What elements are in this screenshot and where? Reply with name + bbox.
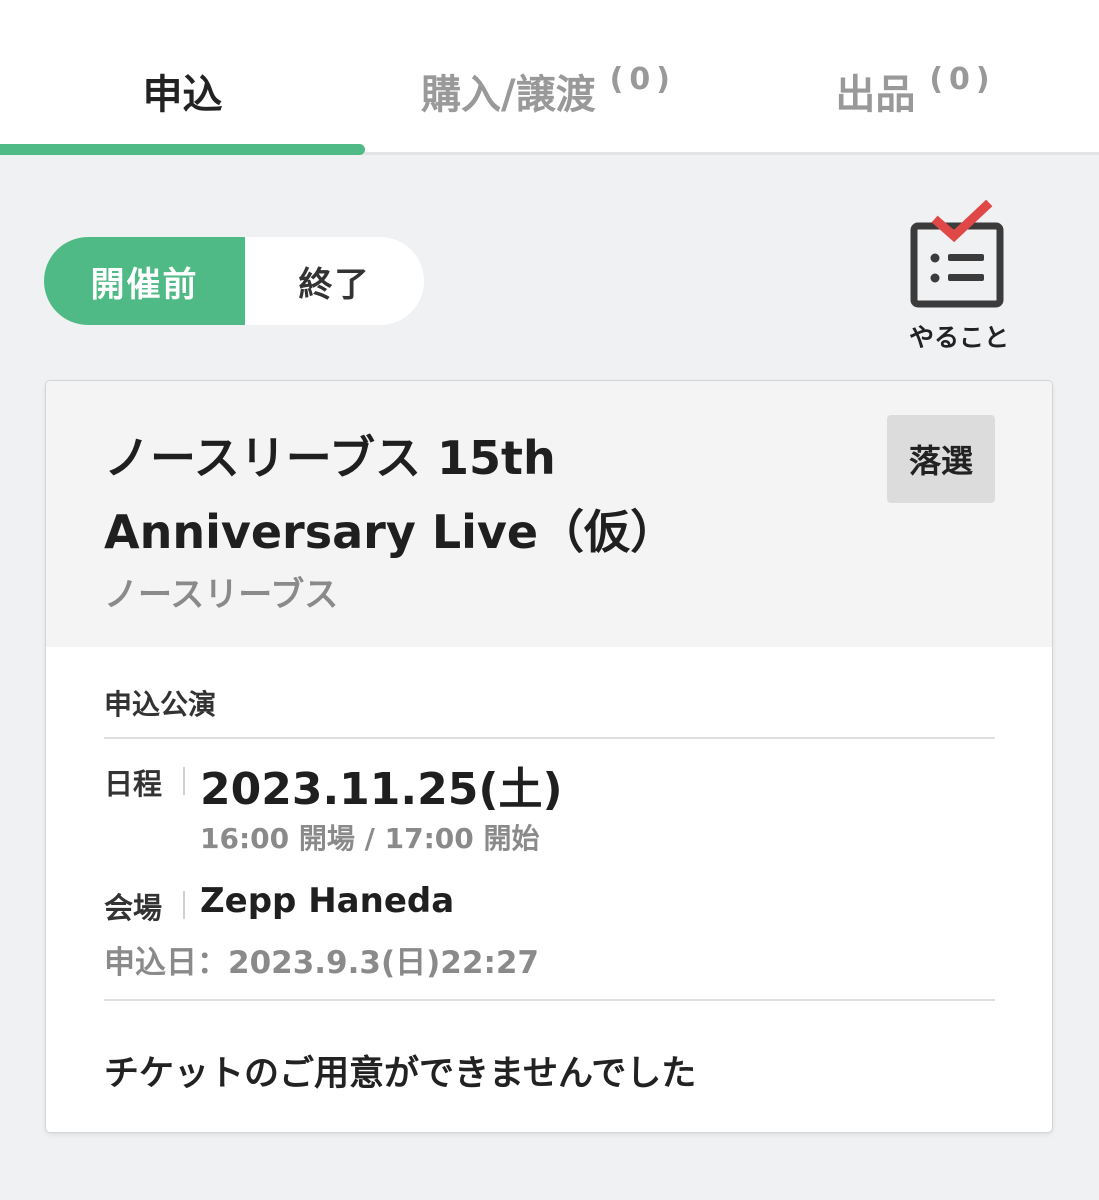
performance-date: 2023.11.25(土) (200, 764, 563, 815)
status-filter-toggle: 開催前 終了 (44, 237, 424, 325)
tab-listing-count: (0) (929, 62, 996, 97)
event-title: ノースリーブス 15th Anniversary Live（仮） (104, 431, 677, 559)
tab-listing-label: 出品 (835, 72, 916, 118)
tab-listing[interactable]: 出品 (0) (732, 0, 1099, 152)
section-label: 申込公演 (104, 688, 217, 721)
filter-ended-button[interactable]: 終了 (245, 237, 424, 325)
tab-purchase-transfer[interactable]: 購入/譲渡 (0) (365, 0, 732, 152)
venue-label: 会場 (104, 891, 163, 925)
date-label: 日程 (104, 767, 163, 801)
divider (104, 737, 995, 739)
tab-purchase-transfer-count: (0) (609, 62, 676, 97)
active-tab-indicator (0, 144, 365, 155)
venue-name: Zepp Haneda (200, 881, 455, 921)
tab-purchase-transfer-label: 購入/譲渡 (421, 72, 596, 118)
application-card[interactable]: ノースリーブス 15th Anniversary Live（仮） ノースリーブス… (46, 381, 1052, 1132)
status-badge: 落選 (887, 415, 995, 503)
tab-apply[interactable]: 申込 (0, 0, 365, 152)
result-message: チケットのご用意ができませんでした (104, 1054, 697, 1094)
artist-name: ノースリーブス (104, 575, 339, 615)
label-separator (183, 891, 185, 919)
divider (104, 999, 995, 1001)
todo-checklist-icon (910, 200, 1004, 308)
filter-upcoming-button[interactable]: 開催前 (44, 237, 245, 325)
performance-times: 16:00 開場 / 17:00 開始 (200, 822, 540, 855)
label-separator (183, 767, 185, 795)
application-date: 申込日：2023.9.3(日)22:27 (104, 945, 539, 981)
todo-label: やること (908, 323, 1009, 352)
card-header: ノースリーブス 15th Anniversary Live（仮） ノースリーブス… (46, 381, 1052, 647)
todo-button[interactable]: やること (895, 200, 1025, 355)
tab-apply-label: 申込 (142, 72, 223, 118)
tab-bar: 申込 購入/譲渡 (0) 出品 (0) (0, 0, 1099, 155)
